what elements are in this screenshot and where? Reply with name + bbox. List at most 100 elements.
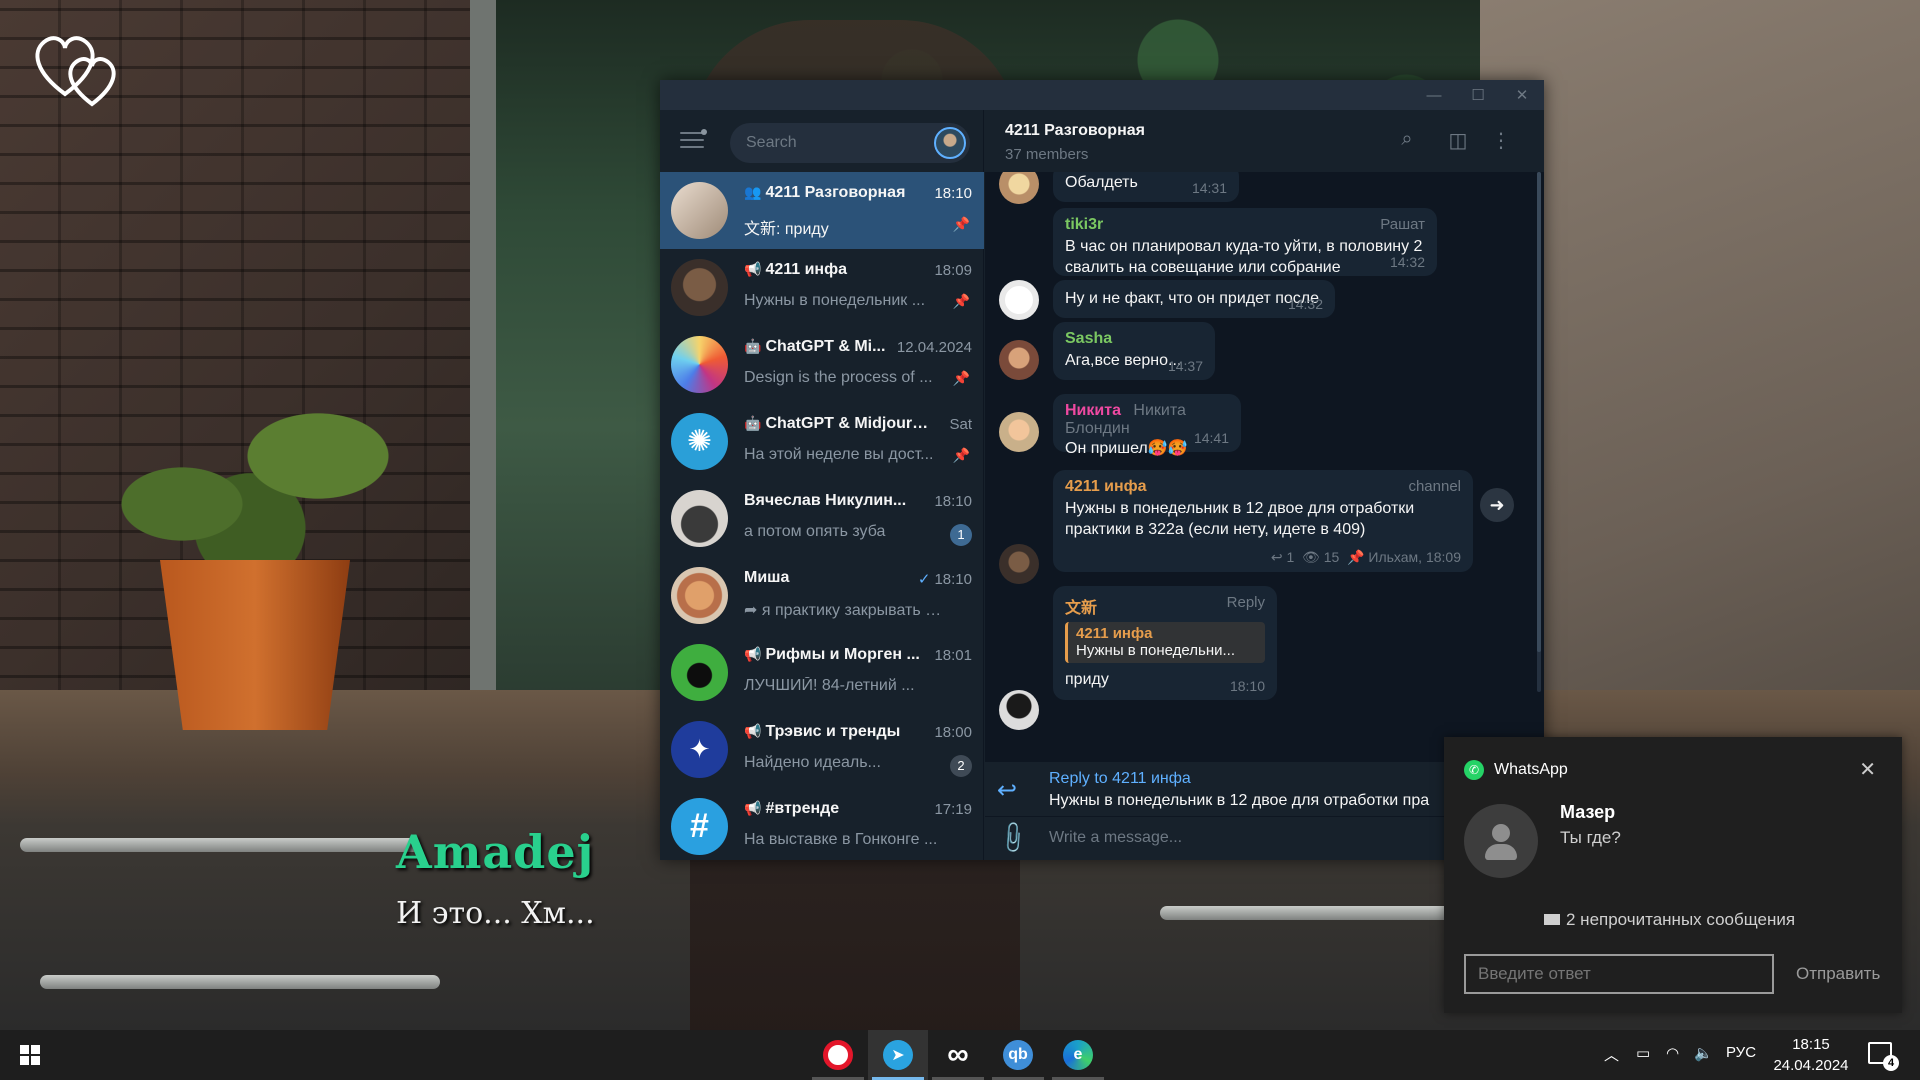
message-author[interactable]: tiki3r <box>1065 216 1425 234</box>
volume-icon[interactable]: 🔈 <box>1694 1044 1713 1062</box>
message-author[interactable]: Sasha <box>1065 330 1203 348</box>
start-button[interactable] <box>0 1030 60 1080</box>
whatsapp-notification[interactable]: ✆ WhatsApp ✕ Мазер Ты где? 2 непрочитанн… <box>1444 737 1902 1013</box>
avatar[interactable] <box>999 690 1039 730</box>
reply-quote[interactable]: 4211 инфа Нужны в понедельни... <box>1065 622 1265 663</box>
message-time: 18:10 <box>1229 678 1265 694</box>
chat-time: 17:19 <box>934 801 972 818</box>
language-indicator[interactable]: РУС <box>1726 1044 1756 1061</box>
channel-icon: 📢 <box>744 723 762 739</box>
minimize-icon[interactable]: — <box>1412 80 1456 110</box>
hearts-icon[interactable] <box>30 24 130 108</box>
message-text: Ага,все верно... <box>1065 352 1182 369</box>
chat-preview: На этой неделе вы дост... <box>744 446 934 463</box>
close-icon[interactable]: ✕ <box>1500 80 1544 110</box>
avatar[interactable] <box>999 280 1039 320</box>
message-bubble[interactable]: 4211 инфа channel Нужны в понедельник в … <box>1053 470 1473 572</box>
avatar <box>671 644 728 701</box>
taskbar-opera[interactable] <box>808 1030 868 1080</box>
chat-item-chatgpt-midjourney[interactable]: ✺ 🤖 ChatGPT & Midjourn... Sat На этой нед… <box>660 403 984 480</box>
avatar[interactable] <box>999 544 1039 584</box>
message-time: 14:37 <box>1167 358 1203 374</box>
message-bubble[interactable]: Sasha Ага,все верно... 14:37 <box>1053 322 1215 380</box>
message-time: 14:31 <box>1191 180 1227 196</box>
dialogue-speaker: Amadej <box>396 825 595 879</box>
message-text: В час он планировал куда-то уйти, в поло… <box>1065 238 1423 276</box>
chat-time: 18:01 <box>934 647 972 664</box>
chat-name: 4211 инфа <box>765 261 847 278</box>
avatar <box>671 182 728 239</box>
message-text: Ну и не факт, что он придет после <box>1065 290 1320 307</box>
reply-count: 1 <box>1286 549 1295 565</box>
taskbar-infinity[interactable]: ∞ <box>928 1030 988 1080</box>
message-bubble[interactable]: tiki3r Рашат В час он планировал куда-то… <box>1053 208 1437 276</box>
chat-item-vyacheslav[interactable]: Вячеслав Никулин... 18:10 а потом опять … <box>660 480 984 557</box>
message-text: приду <box>1065 671 1109 688</box>
avatar[interactable] <box>999 340 1039 380</box>
reply-arrow-icon: ↩ <box>997 777 1018 804</box>
sidebar-toggle-icon[interactable]: ◫ <box>1445 128 1471 154</box>
forward-button[interactable]: ➜ <box>1480 488 1514 522</box>
chat-item-4211-razgovornaya[interactable]: 👥 4211 Разговорная 18:10 文新: приду 📌 <box>660 172 984 249</box>
chevron-up-icon[interactable]: ︿ <box>1604 1044 1619 1065</box>
story-avatar[interactable] <box>934 127 966 159</box>
quote-author: 4211 инфа <box>1076 625 1153 642</box>
chat-preview: я практику закрывать буду <box>761 602 944 619</box>
edge-icon: e <box>1063 1040 1093 1070</box>
message-bubble[interactable]: 文新 Reply 4211 инфа Нужны в понедельни...… <box>1053 586 1277 700</box>
telegram-icon: ➤ <box>883 1040 913 1070</box>
avatar[interactable] <box>999 172 1039 204</box>
chat-name: Вячеслав Никулин... <box>744 492 907 509</box>
maximize-icon[interactable]: ☐ <box>1456 80 1500 110</box>
more-options-icon[interactable]: ⋮ <box>1488 128 1514 154</box>
chat-item-4211-info[interactable]: 📢 4211 инфа 18:09 Нужны в понедельник ...… <box>660 249 984 326</box>
message-input[interactable]: Write a message... <box>1049 829 1182 847</box>
message-bubble[interactable]: Никита Никита Блондин Он пришел🥵🥵 14:41 <box>1053 394 1241 457</box>
battery-icon[interactable]: ▭ <box>1636 1044 1650 1062</box>
quote-text: Нужны в понедельни... <box>1076 642 1235 659</box>
message-bubble[interactable]: Обалдеть 14:31 <box>1053 172 1239 202</box>
message-bubble[interactable]: Ну и не факт, что он придет после 14:32 <box>1053 280 1335 318</box>
chat-item-misha[interactable]: Миша ✓ 18:10 ➦ я практику закрывать буду <box>660 557 984 634</box>
chat-item-rifmy[interactable]: 📢 Рифмы и Морген ... 18:01 ЛУЧШИЙ! 84-лет… <box>660 634 984 711</box>
wifi-icon[interactable]: ◠ <box>1666 1044 1679 1062</box>
chat-preview: Нужны в понедельник ... <box>744 292 926 309</box>
chat-time: 12.04.2024 <box>896 339 972 356</box>
search-input[interactable]: Search <box>730 123 970 163</box>
pin-icon: 📌 <box>952 370 970 386</box>
reply-input[interactable] <box>1464 954 1774 994</box>
avatar <box>671 259 728 316</box>
avatar[interactable] <box>999 412 1039 452</box>
taskbar-telegram[interactable]: ➤ <box>868 1030 928 1080</box>
chat-header[interactable]: 4211 Разговорная 37 members ⌕ ◫ ⋮ <box>985 110 1544 172</box>
taskbar-edge[interactable]: e <box>1048 1030 1108 1080</box>
notification-message: Ты где? <box>1560 828 1621 847</box>
scene-pot <box>160 560 350 730</box>
attach-icon[interactable]: 📎 <box>994 819 1032 857</box>
taskbar-qbittorrent[interactable]: qb <box>988 1030 1048 1080</box>
menu-icon[interactable] <box>680 129 707 150</box>
scrollbar[interactable] <box>1537 172 1541 692</box>
notification-sender: Мазер <box>1560 802 1616 822</box>
member-count: 37 members <box>1005 146 1089 163</box>
clock[interactable]: 18:15 24.04.2024 <box>1766 1034 1856 1076</box>
telegram-window: — ☐ ✕ Search 👥 4211 Разговорная 18:10 文新:… <box>660 80 1544 860</box>
chat-item-travis[interactable]: ✦ 📢 Трэвис и тренды 18:00 Найдено идеаль.… <box>660 711 984 788</box>
message-author[interactable]: Никита <box>1065 402 1121 419</box>
bot-icon: 🤖 <box>744 338 762 354</box>
message-author[interactable]: 4211 инфа <box>1065 478 1461 496</box>
chat-preview: Найдено идеаль... <box>744 754 881 771</box>
qbittorrent-icon: qb <box>1003 1040 1033 1070</box>
envelope-icon <box>1544 914 1560 925</box>
notification-app-name: WhatsApp <box>1494 761 1568 778</box>
opera-icon <box>823 1040 853 1070</box>
close-icon[interactable]: ✕ <box>1859 757 1876 782</box>
chat-item-vtrende[interactable]: # 📢 #втренде 17:19 На выставке в Гонконге… <box>660 788 984 865</box>
send-button[interactable]: Отправить <box>1796 964 1880 984</box>
notification-center-icon[interactable]: 4 <box>1868 1042 1899 1071</box>
chat-item-chatgpt-mi[interactable]: 🤖 ChatGPT & Mi... 12.04.2024 Design is th… <box>660 326 984 403</box>
post-signature: Ильхам, 18:09 <box>1368 549 1461 565</box>
reply-title[interactable]: Reply to 4211 инфа <box>1049 770 1191 788</box>
message-time: 14:32 <box>1287 296 1323 312</box>
search-icon[interactable]: ⌕ <box>1394 128 1420 154</box>
